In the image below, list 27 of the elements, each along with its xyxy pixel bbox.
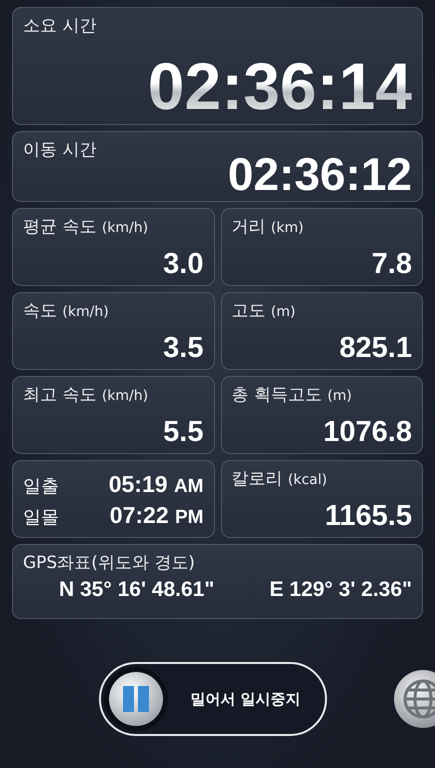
total-time-label: 소요 시간 bbox=[23, 15, 96, 37]
stat-value: 3.0 bbox=[163, 249, 204, 281]
sun-time: 05:19 AM bbox=[108, 471, 204, 498]
moving-time-value: 02:36:12 bbox=[228, 151, 412, 197]
sun-time: 07:22 PM bbox=[110, 502, 204, 529]
stat-label: 최고 속도 (km/h) bbox=[23, 384, 148, 406]
sun-label: 일출 bbox=[23, 475, 59, 498]
gps-label: GPS좌표(위도와 경도) bbox=[23, 552, 195, 574]
moving-time-label: 이동 시간 bbox=[23, 139, 96, 161]
stat-value: 1076.8 bbox=[323, 417, 412, 449]
pause-slider[interactable]: 밀어서 일시중지 bbox=[98, 662, 326, 736]
globe-icon[interactable] bbox=[393, 669, 435, 729]
stat-label: 거리 (km) bbox=[232, 216, 304, 238]
latitude-value: N 35° 16' 48.61" bbox=[59, 578, 214, 602]
stat-label: 총 획득고도 (m) bbox=[232, 384, 352, 406]
stat-value: 3.5 bbox=[163, 333, 204, 365]
stat-value: 5.5 bbox=[163, 417, 204, 449]
stat-label: 평균 속도 (km/h) bbox=[23, 216, 148, 238]
stat-value: 1165.5 bbox=[324, 501, 412, 533]
stat-value: 7.8 bbox=[372, 249, 412, 281]
pause-icon[interactable] bbox=[102, 666, 168, 732]
stat-label: 속도 (km/h) bbox=[23, 300, 109, 322]
stat-label: 고도 (m) bbox=[232, 300, 296, 322]
stat-value: 825.1 bbox=[339, 333, 412, 365]
longitude-value: E 129° 3' 2.36" bbox=[270, 578, 412, 602]
sun-label: 일몰 bbox=[23, 506, 59, 529]
stat-label: 칼로리 (kcal) bbox=[232, 468, 328, 490]
